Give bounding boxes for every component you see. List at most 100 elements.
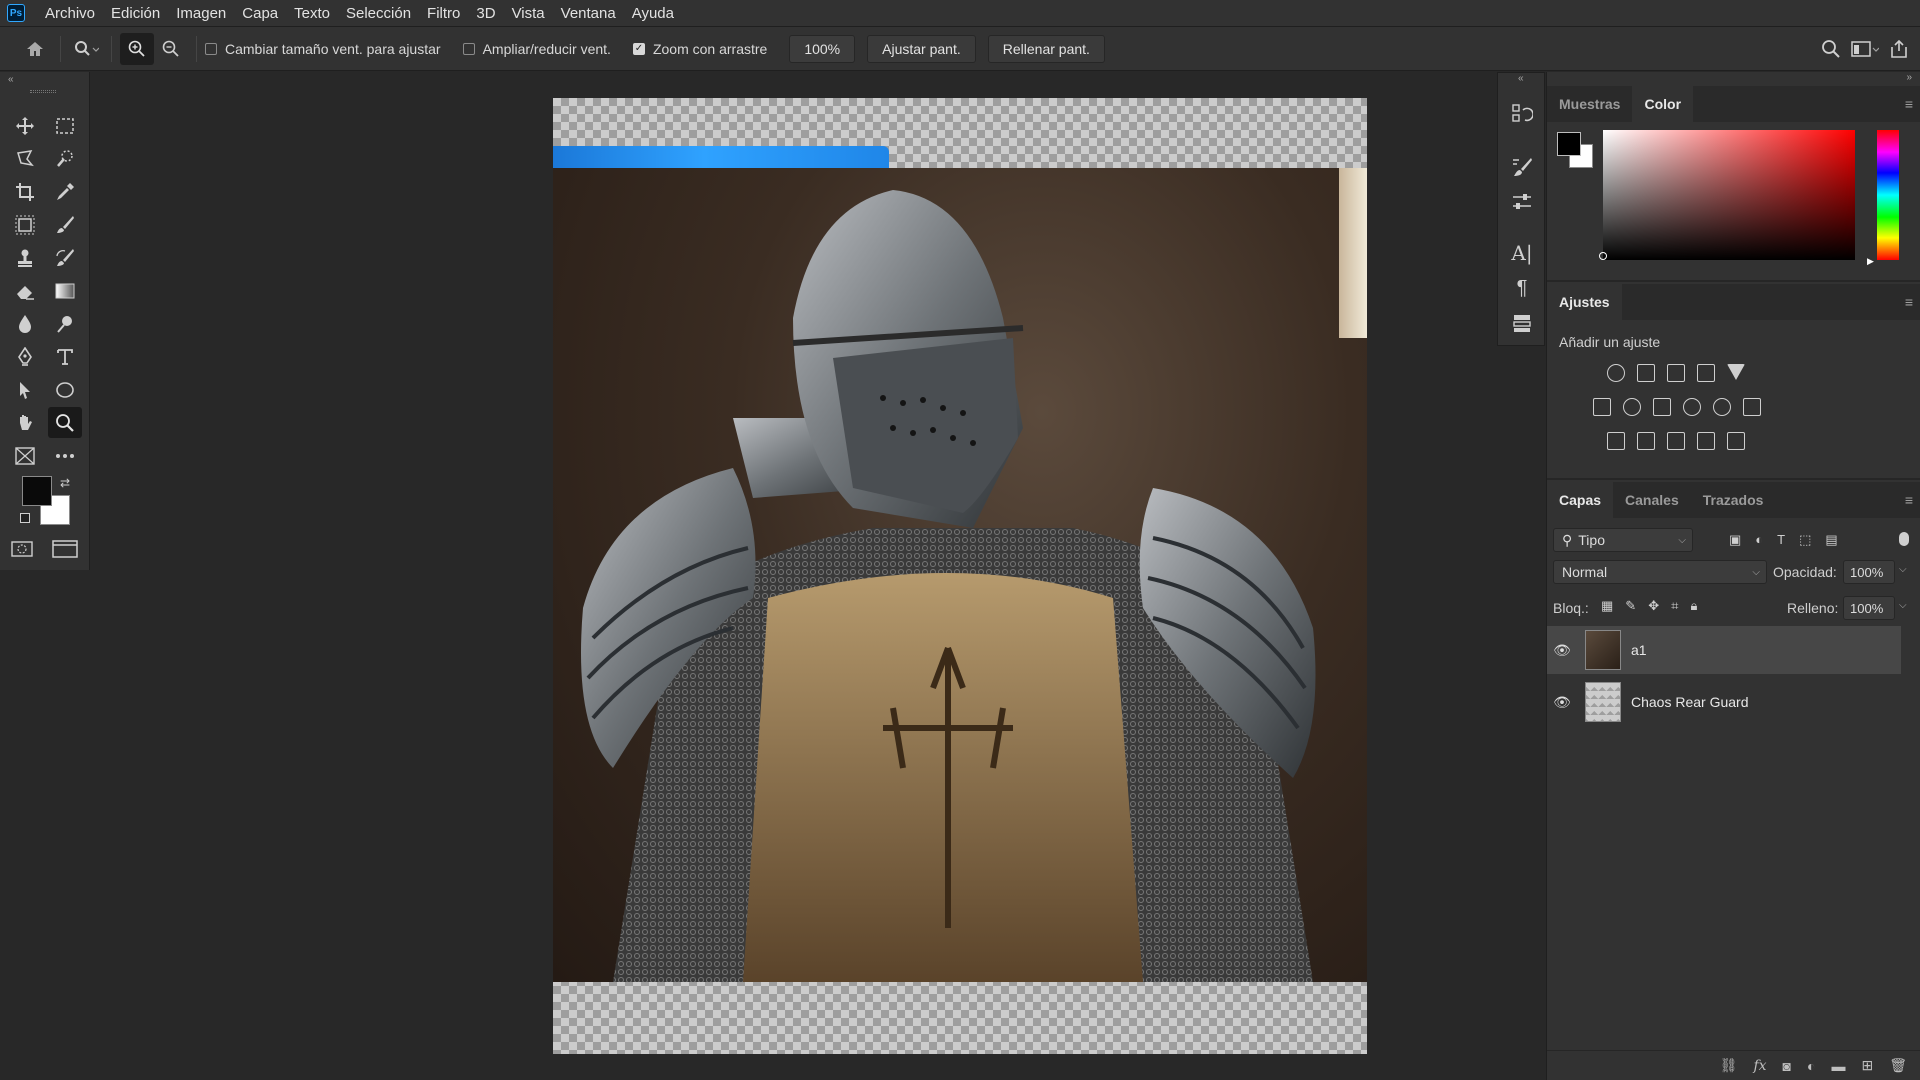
clone-stamp-tool-icon[interactable] <box>8 242 42 273</box>
filter-toggle-icon[interactable] <box>1899 532 1909 546</box>
scrubby-zoom-checkbox[interactable]: ✓ Zoom con arrastre <box>632 41 767 57</box>
brightness-contrast-icon[interactable] <box>1607 364 1625 382</box>
opacity-field[interactable]: 100% <box>1843 560 1895 584</box>
frame-tool-icon[interactable] <box>8 209 42 240</box>
toolbar-grip[interactable] <box>30 90 56 93</box>
eyedropper-tool-icon[interactable] <box>48 176 82 207</box>
menu-archivo[interactable]: Archivo <box>37 0 103 27</box>
new-group-icon[interactable]: ▬ <box>1831 1058 1845 1074</box>
crop-tool-icon[interactable] <box>8 176 42 207</box>
zoom-percentage-field[interactable]: 100% <box>789 34 856 63</box>
smart-object-filter-icon[interactable]: ▤ <box>1825 532 1837 548</box>
edit-toolbar-icon[interactable] <box>8 440 42 471</box>
document-canvas[interactable] <box>553 98 1367 1054</box>
lock-all-icon[interactable]: 🔒︎ <box>1690 598 1697 614</box>
layer-row[interactable]: 👁︎ Chaos Rear Guard <box>1547 678 1901 726</box>
invert-icon[interactable] <box>1607 432 1625 450</box>
levels-icon[interactable] <box>1637 364 1655 382</box>
brush-settings-icon[interactable] <box>1510 155 1534 179</box>
properties-panel-icon[interactable] <box>1510 190 1534 214</box>
quick-selection-tool-icon[interactable] <box>48 143 82 174</box>
fill-screen-button[interactable]: Rellenar pant. <box>987 34 1105 63</box>
type-tool-icon[interactable] <box>48 341 82 372</box>
zoom-in-icon[interactable] <box>120 32 154 65</box>
tab-ajustes[interactable]: Ajustes <box>1547 284 1622 320</box>
workspace-icon[interactable] <box>1848 33 1882 65</box>
move-tool-icon[interactable] <box>8 110 42 141</box>
collapse-toolbar-icon[interactable]: « <box>8 74 14 85</box>
type-filter-icon[interactable]: T <box>1777 532 1785 548</box>
tab-muestras[interactable]: Muestras <box>1547 86 1632 122</box>
fill-chevron-icon[interactable]: ⌵ <box>1899 600 1907 611</box>
gradient-tool-icon[interactable] <box>48 275 82 306</box>
menu-ayuda[interactable]: Ayuda <box>624 0 682 27</box>
tab-trazados[interactable]: Trazados <box>1691 482 1776 518</box>
layer-style-icon[interactable]: fx <box>1753 1058 1766 1074</box>
paragraph-panel-icon[interactable]: ¶ <box>1510 276 1534 300</box>
adjustment-filter-icon[interactable]: ◐ <box>1755 532 1763 548</box>
blend-mode-select[interactable]: Normal ⌵ <box>1553 560 1767 584</box>
lasso-tool-icon[interactable] <box>8 143 42 174</box>
eraser-tool-icon[interactable] <box>8 275 42 306</box>
ellipse-tool-icon[interactable] <box>48 374 82 405</box>
foreground-color-chip[interactable] <box>1557 132 1581 156</box>
foreground-color-swatch[interactable] <box>22 476 52 506</box>
marquee-tool-icon[interactable] <box>48 110 82 141</box>
libraries-panel-icon[interactable] <box>1510 311 1534 335</box>
hand-tool-icon[interactable] <box>8 407 42 438</box>
share-icon[interactable] <box>1882 33 1916 65</box>
menu-texto[interactable]: Texto <box>286 0 338 27</box>
selective-color-icon[interactable] <box>1697 432 1715 450</box>
menu-filtro[interactable]: Filtro <box>419 0 468 27</box>
shape-filter-icon[interactable]: ⬚ <box>1799 532 1811 548</box>
lock-artboard-icon[interactable]: ⌗ <box>1671 598 1678 614</box>
zoom-tool-preset-icon[interactable] <box>69 33 103 65</box>
tab-canales[interactable]: Canales <box>1613 482 1691 518</box>
history-panel-icon[interactable] <box>1510 101 1534 125</box>
hue-slider-handle[interactable]: ▶ <box>1867 256 1874 267</box>
quick-mask-icon[interactable] <box>10 539 36 562</box>
menu-ventana[interactable]: Ventana <box>553 0 624 27</box>
zoom-out-icon[interactable] <box>154 33 188 65</box>
more-tools-icon[interactable] <box>48 440 82 471</box>
menu-seleccion[interactable]: Selección <box>338 0 419 27</box>
menu-edicion[interactable]: Edición <box>103 0 168 27</box>
posterize-icon[interactable] <box>1637 432 1655 450</box>
search-icon[interactable] <box>1814 33 1848 65</box>
home-icon[interactable] <box>18 33 52 65</box>
lock-position-icon[interactable]: ✥ <box>1648 598 1659 614</box>
default-colors-icon[interactable] <box>20 513 30 523</box>
black-white-icon[interactable] <box>1653 398 1671 416</box>
fill-field[interactable]: 100% <box>1843 596 1895 620</box>
curves-icon[interactable] <box>1667 364 1685 382</box>
path-selection-tool-icon[interactable] <box>8 374 42 405</box>
lock-image-icon[interactable]: ✎ <box>1625 598 1636 614</box>
brush-tool-icon[interactable] <box>48 209 82 240</box>
tab-capas[interactable]: Capas <box>1547 482 1614 518</box>
delete-layer-icon[interactable]: 🗑︎ <box>1889 1057 1907 1074</box>
panel-menu-icon[interactable]: ≡ <box>1905 492 1913 508</box>
document-canvas-area[interactable] <box>91 72 1495 1080</box>
hue-slider[interactable] <box>1877 130 1899 260</box>
collapse-panels-icon[interactable]: » <box>1906 72 1912 83</box>
character-panel-icon[interactable]: A| <box>1510 241 1534 265</box>
gradient-map-icon[interactable] <box>1727 432 1745 450</box>
pixel-filter-icon[interactable]: ▣ <box>1729 532 1741 548</box>
color-picker-field[interactable] <box>1603 130 1855 260</box>
menu-vista[interactable]: Vista <box>504 0 553 27</box>
menu-imagen[interactable]: Imagen <box>168 0 234 27</box>
threshold-icon[interactable] <box>1667 432 1685 450</box>
zoom-all-windows-checkbox[interactable]: Ampliar/reducir vent. <box>462 41 611 57</box>
screen-mode-icon[interactable] <box>52 539 78 562</box>
panel-menu-icon[interactable]: ≡ <box>1905 294 1913 310</box>
fit-screen-button[interactable]: Ajustar pant. <box>867 34 976 63</box>
history-brush-tool-icon[interactable] <box>48 242 82 273</box>
new-layer-icon[interactable]: ⊞ <box>1861 1057 1873 1074</box>
blur-tool-icon[interactable] <box>8 308 42 339</box>
dodge-tool-icon[interactable] <box>48 308 82 339</box>
new-adjustment-layer-icon[interactable]: ◐ <box>1807 1058 1815 1074</box>
color-picker-handle[interactable] <box>1599 252 1607 260</box>
add-mask-icon[interactable]: ◙ <box>1783 1058 1791 1074</box>
exposure-icon[interactable] <box>1697 364 1715 382</box>
menu-3d[interactable]: 3D <box>468 0 503 27</box>
